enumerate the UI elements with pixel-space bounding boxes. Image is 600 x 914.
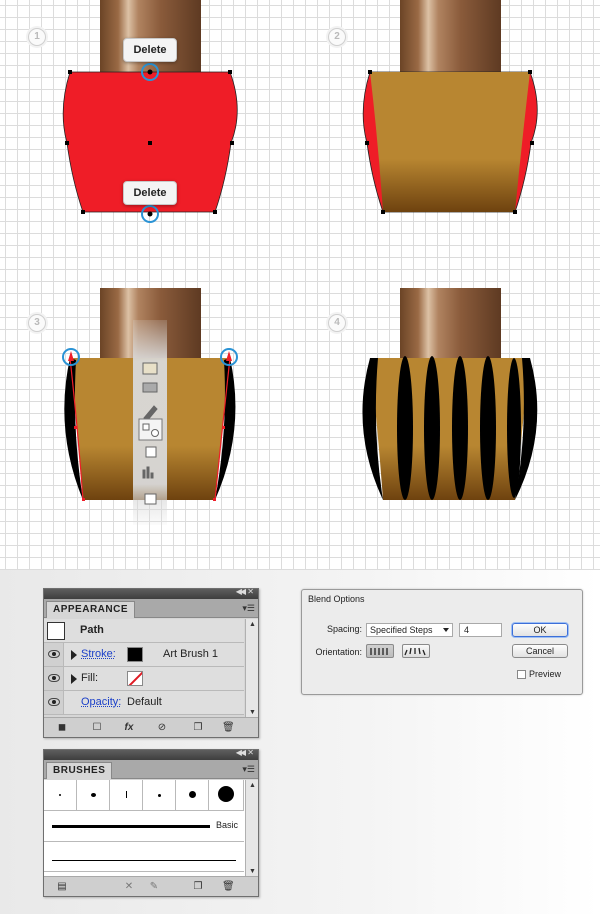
stroke-brush-value: Art Brush 1 — [163, 648, 219, 660]
fill-label: Fill: — [81, 672, 99, 684]
duplicate-icon[interactable]: ❐ — [192, 722, 204, 734]
remove-stroke-icon[interactable]: ✕ — [123, 881, 135, 893]
brushes-footer: ▤ ✕ ✎ ❐ 🗑 — [44, 876, 258, 896]
align-to-page-icon — [370, 648, 388, 655]
step-number-2: 2 — [328, 28, 346, 46]
collapse-icon[interactable]: ◀◀ — [236, 748, 246, 757]
basic-brush-label: Basic — [216, 820, 239, 830]
fill-row[interactable]: Fill: — [44, 667, 244, 691]
dialog-title: Blend Options — [308, 594, 365, 604]
cancel-button[interactable]: Cancel — [512, 644, 568, 658]
visibility-eye-icon[interactable] — [44, 643, 64, 666]
collapse-icon[interactable]: ◀◀ — [236, 587, 246, 596]
visibility-eye-icon[interactable] — [44, 667, 64, 690]
path-row[interactable]: Path — [44, 619, 244, 643]
brushes-panel: ◀◀ ✕ BRUSHES ▾☰ Basic ▲ ▼ ▤ ✕ ✎ ❐ 🗑 — [43, 748, 259, 897]
step-number-3: 3 — [28, 314, 46, 332]
disclosure-triangle-icon[interactable] — [71, 650, 77, 660]
new-art-icon[interactable]: ◼ — [56, 722, 68, 734]
opacity-link[interactable]: Opacity: — [81, 696, 121, 708]
delete-anchor-tooltip-top[interactable]: Delete — [123, 38, 177, 62]
square-icon[interactable]: ☐ — [91, 722, 103, 734]
new-brush-icon[interactable]: ❐ — [192, 881, 204, 893]
artboard-canvas[interactable]: 1 2 3 4 Delete Delete — [0, 0, 600, 570]
calligraphic-brushes-row — [44, 780, 244, 811]
stroke-color-swatch[interactable] — [127, 647, 143, 662]
brush-swatch[interactable] — [143, 780, 176, 810]
close-icon[interactable]: ✕ — [247, 748, 254, 757]
brushes-scrollbar[interactable]: ▲ ▼ — [245, 780, 258, 877]
path-label: Path — [80, 624, 104, 636]
brush-swatch[interactable] — [176, 780, 209, 810]
opacity-value: Default — [127, 696, 162, 708]
panel-menu-icon[interactable]: ▾☰ — [242, 603, 255, 614]
delete-anchor-tooltip-bottom[interactable]: Delete — [123, 181, 177, 205]
basic-brush-row[interactable]: Basic — [44, 811, 244, 842]
align-to-path-button[interactable] — [402, 644, 430, 658]
orientation-label: Orientation: — [315, 647, 362, 657]
ok-button[interactable]: OK — [512, 623, 568, 637]
basic-brush-stroke — [52, 825, 210, 828]
appearance-footer: ◼ ☐ fx ⊘ ❐ 🗑 — [44, 717, 258, 737]
close-icon[interactable]: ✕ — [247, 587, 254, 596]
preview-checkbox[interactable] — [517, 670, 526, 679]
path-thumbnail — [47, 622, 65, 640]
fill-none-swatch[interactable] — [127, 671, 143, 686]
opacity-row[interactable]: Opacity: Default — [44, 691, 244, 715]
spacing-select[interactable]: Specified Steps — [366, 623, 453, 637]
disclosure-triangle-icon[interactable] — [71, 674, 77, 684]
step3-figure — [62, 288, 238, 525]
chevron-down-icon — [443, 628, 449, 632]
blend-options-dialog: Blend Options Spacing: Specified Steps 4… — [301, 589, 583, 695]
appearance-panel: ◀◀ ✕ APPEARANCE ▾☰ Path Stroke: Art Brush… — [43, 587, 259, 738]
delete-brush-icon[interactable]: 🗑 — [222, 881, 235, 893]
stroke-link[interactable]: Stroke: — [81, 648, 116, 660]
options-icon[interactable]: ✎ — [148, 881, 160, 893]
tab-brushes[interactable]: BRUSHES — [46, 762, 113, 779]
brush-swatch[interactable] — [110, 780, 143, 810]
step2-figure — [362, 0, 538, 214]
spacing-label: Spacing: — [326, 624, 362, 634]
appearance-scrollbar[interactable]: ▲ ▼ — [245, 619, 258, 718]
preview-label: Preview — [529, 669, 562, 679]
step-number-4: 4 — [328, 314, 346, 332]
fx-icon[interactable]: fx — [123, 722, 135, 734]
tab-appearance[interactable]: APPEARANCE — [46, 601, 136, 618]
step-number-1: 1 — [28, 28, 46, 46]
art-brush-row[interactable] — [44, 842, 244, 872]
art-brush-stroke — [52, 860, 236, 861]
steps-input[interactable]: 4 — [459, 623, 502, 637]
brush-swatch[interactable] — [77, 780, 110, 810]
spacing-select-value: Specified Steps — [370, 625, 433, 635]
visibility-eye-icon[interactable] — [44, 691, 64, 714]
library-icon[interactable]: ▤ — [56, 881, 68, 893]
delete-icon[interactable]: 🗑 — [222, 722, 235, 734]
align-to-path-icon — [404, 647, 426, 656]
illustration — [62, 0, 538, 525]
panel-menu-icon[interactable]: ▾☰ — [242, 764, 255, 775]
step4-figure — [362, 288, 538, 500]
brush-swatch[interactable] — [209, 780, 244, 810]
clear-icon[interactable]: ⊘ — [156, 722, 168, 734]
align-to-page-button[interactable] — [366, 644, 394, 658]
brush-swatch[interactable] — [44, 780, 77, 810]
stroke-row[interactable]: Stroke: Art Brush 1 — [44, 643, 244, 667]
